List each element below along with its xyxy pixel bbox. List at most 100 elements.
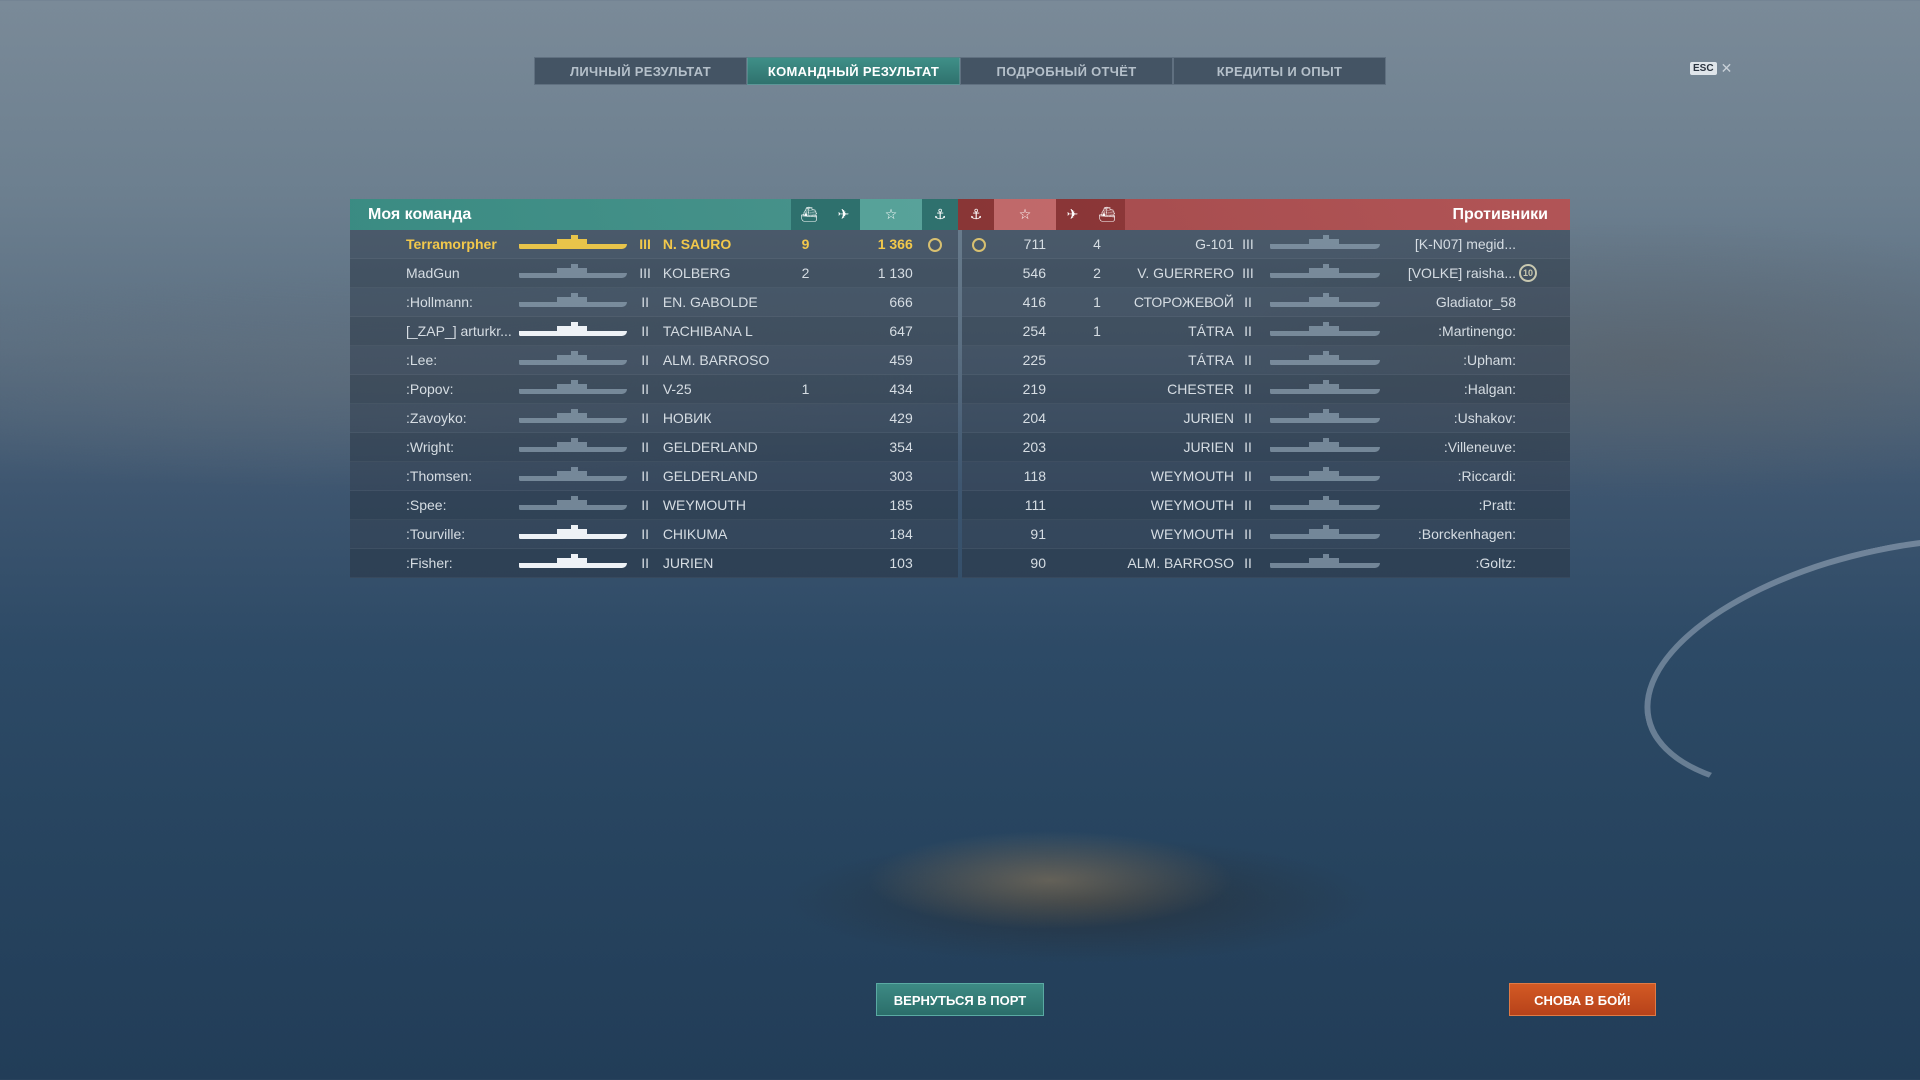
ship-name: ALM. BARROSO <box>1127 555 1234 571</box>
enemy-row[interactable]: 225 TÁTRA II :Upham: <box>962 346 1570 375</box>
my-team-row[interactable]: :Hollmann: II EN. GABOLDE 666 <box>350 288 958 317</box>
enemy-row[interactable]: 546 2 V. GUERRERO III [VOLKE] raisha... … <box>962 259 1570 288</box>
close-control[interactable]: ESC ✕ <box>1690 60 1732 77</box>
base-exp: 429 <box>889 410 913 426</box>
ship-silhouette-icon <box>1270 264 1380 279</box>
enemy-row[interactable]: 91 WEYMOUTH II :Borckenhagen: <box>962 520 1570 549</box>
my-team-row[interactable]: :Fisher: II JURIEN 103 <box>350 549 958 578</box>
ship-silhouette-icon <box>1270 525 1380 540</box>
player-name: :Fisher: <box>406 555 453 571</box>
my-team-row[interactable]: :Tourville: II CHIKUMA 184 <box>350 520 958 549</box>
base-exp-icon: ☆ <box>860 199 922 230</box>
ships-destroyed: 9 <box>801 236 810 252</box>
ship-silhouette-icon <box>519 264 628 279</box>
enemy-row[interactable]: 118 WEYMOUTH II :Riccardi: <box>962 462 1570 491</box>
player-name: :Spee: <box>406 497 447 513</box>
enemy-row[interactable]: 203 JURIEN II :Villeneuve: <box>962 433 1570 462</box>
close-icon[interactable]: ✕ <box>1721 60 1733 77</box>
ships-destroyed: 2 <box>801 265 810 281</box>
ship-tier: II <box>641 497 649 513</box>
my-team-row[interactable]: :Wright: II GELDERLAND 354 <box>350 433 958 462</box>
player-name: :Ushakov: <box>1453 410 1516 426</box>
base-exp: 354 <box>889 439 913 455</box>
my-team-row[interactable]: Terramorpher III N. SAURO 9 1 366 <box>350 230 958 259</box>
player-name: MadGun <box>406 265 460 281</box>
player-name: :Goltz: <box>1475 555 1516 571</box>
enemy-medal-icon: ⚓ <box>958 199 994 230</box>
enemy-row[interactable]: 204 JURIEN II :Ushakov: <box>962 404 1570 433</box>
player-name: Terramorpher <box>406 236 497 252</box>
base-exp: 666 <box>889 294 913 310</box>
base-exp: 184 <box>889 526 913 542</box>
ship-tier: III <box>639 236 651 252</box>
my-team-title: Моя команда <box>368 205 472 223</box>
enemy-row[interactable]: 90 ALM. BARROSO II :Goltz: <box>962 549 1570 578</box>
base-exp: 434 <box>889 381 913 397</box>
ship-name: V. GUERRERO <box>1137 265 1234 281</box>
ship-silhouette-icon <box>519 322 628 337</box>
player-name: :Martinengo: <box>1438 323 1516 339</box>
ship-tier: II <box>1244 497 1252 513</box>
ships-destroyed: 1 <box>801 381 810 397</box>
base-exp: 111 <box>1024 497 1046 513</box>
player-name: :Villeneuve: <box>1443 439 1516 455</box>
base-exp: 90 <box>1030 555 1046 571</box>
my-team-row[interactable]: :Zavoyko: II НОВИК 429 <box>350 404 958 433</box>
ship-name: TÁTRA <box>1188 352 1234 368</box>
base-exp: 203 <box>1022 439 1046 455</box>
my-team-row[interactable]: MadGun III KOLBERG 2 1 130 <box>350 259 958 288</box>
ship-name: G-101 <box>1195 236 1234 252</box>
base-exp: 647 <box>889 323 913 339</box>
ship-tier: II <box>1244 555 1252 571</box>
enemy-row[interactable]: 711 4 G-101 III [K-N07] megid... <box>962 230 1570 259</box>
base-exp: 91 <box>1030 526 1046 542</box>
player-name: :Tourville: <box>406 526 466 542</box>
return-to-port-button[interactable]: ВЕРНУТЬСЯ В ПОРТ <box>876 983 1044 1016</box>
player-name: :Upham: <box>1463 352 1516 368</box>
enemy-row[interactable]: 219 CHESTER II :Halgan: <box>962 375 1570 404</box>
enemy-base-exp-icon: ☆ <box>994 199 1056 230</box>
ship-name: TÁTRA <box>1188 323 1234 339</box>
ship-tier: II <box>1244 410 1252 426</box>
my-team-row[interactable]: :Spee: II WEYMOUTH 185 <box>350 491 958 520</box>
ship-silhouette-icon <box>1270 496 1380 511</box>
team-results-panel: Моя команда ⛴ ✈ ☆ ⚓ ⚓ ☆ ✈ ⛴ Противники T… <box>350 199 1570 578</box>
ship-silhouette-icon <box>519 409 628 424</box>
my-team-row[interactable]: :Popov: II V-25 1 434 <box>350 375 958 404</box>
enemy-row[interactable]: 254 1 TÁTRA II :Martinengo: <box>962 317 1570 346</box>
medal-icon <box>913 236 958 253</box>
my-team-list: Terramorpher III N. SAURO 9 1 366 MadGun… <box>350 230 958 578</box>
my-team-row[interactable]: [_ZAP_] arturkr... II TACHIBANA L 647 <box>350 317 958 346</box>
enemy-row[interactable]: 416 1 СТОРОЖЕВОЙ II Gladiator_58 <box>962 288 1570 317</box>
my-team-header: Моя команда ⛴ ✈ ☆ ⚓ <box>350 199 958 230</box>
ship-name: GELDERLAND <box>662 439 758 455</box>
ship-name: WEYMOUTH <box>1150 526 1234 542</box>
enemy-team-list: 711 4 G-101 III [K-N07] megid... 546 2 V… <box>958 230 1570 578</box>
base-exp: 303 <box>889 468 913 484</box>
player-name: [_ZAP_] arturkr... <box>406 323 512 339</box>
player-name: :Pratt: <box>1478 497 1516 513</box>
tab-credits-exp[interactable]: КРЕДИТЫ И ОПЫТ <box>1173 57 1386 85</box>
result-tabs: ЛИЧНЫЙ РЕЗУЛЬТАТ КОМАНДНЫЙ РЕЗУЛЬТАТ ПОД… <box>534 57 1386 85</box>
background-wake <box>1620 493 1920 837</box>
ship-silhouette-icon <box>1270 554 1380 569</box>
battle-again-button[interactable]: СНОВА В БОЙ! <box>1509 983 1656 1016</box>
my-team-row[interactable]: :Thomsen: II GELDERLAND 303 <box>350 462 958 491</box>
enemy-row[interactable]: 111 WEYMOUTH II :Pratt: <box>962 491 1570 520</box>
ship-tier: II <box>641 555 649 571</box>
tab-team-result[interactable]: КОМАНДНЫЙ РЕЗУЛЬТАТ <box>747 57 960 85</box>
ship-name: СТОРОЖЕВОЙ <box>1133 294 1234 310</box>
base-exp: 254 <box>1022 323 1046 339</box>
enemy-team-title: Противники <box>1452 205 1549 223</box>
ship-tier: II <box>1244 323 1252 339</box>
base-exp: 204 <box>1022 410 1046 426</box>
ships-destroyed: 1 <box>1093 323 1101 339</box>
ships-destroyed: 4 <box>1093 236 1101 252</box>
tab-personal-result[interactable]: ЛИЧНЫЙ РЕЗУЛЬТАТ <box>534 57 747 85</box>
ship-name: WEYMOUTH <box>1150 468 1234 484</box>
my-team-row[interactable]: :Lee: II ALM. BARROSO 459 <box>350 346 958 375</box>
ship-name: JURIEN <box>1183 439 1234 455</box>
player-name: :Wright: <box>406 439 454 455</box>
tab-detailed-report[interactable]: ПОДРОБНЫЙ ОТЧЁТ <box>960 57 1173 85</box>
ship-silhouette-icon <box>1270 467 1380 482</box>
